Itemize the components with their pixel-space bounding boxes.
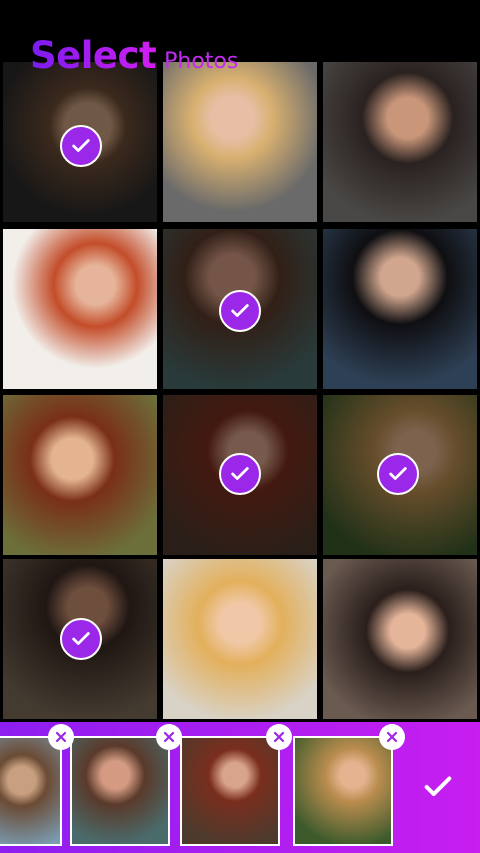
photo-grid bbox=[0, 62, 480, 722]
title-sub: Photos bbox=[164, 49, 239, 74]
page-title: Select Photos bbox=[30, 34, 239, 77]
photo-tile[interactable] bbox=[323, 62, 477, 222]
confirm-button[interactable] bbox=[408, 752, 468, 822]
selected-thumbnail[interactable] bbox=[293, 724, 405, 846]
check-icon[interactable] bbox=[219, 453, 261, 495]
photo-tile[interactable] bbox=[323, 229, 477, 389]
checkmark-icon bbox=[424, 776, 452, 797]
photo-tile[interactable] bbox=[163, 62, 317, 222]
close-icon[interactable] bbox=[48, 724, 74, 750]
title-main: Select bbox=[30, 34, 157, 77]
photo-tile[interactable] bbox=[323, 559, 477, 719]
selected-thumbnail[interactable] bbox=[180, 724, 292, 846]
close-icon[interactable] bbox=[266, 724, 292, 750]
check-icon[interactable] bbox=[219, 290, 261, 332]
selected-thumbnail[interactable] bbox=[0, 724, 74, 846]
close-icon[interactable] bbox=[156, 724, 182, 750]
check-icon[interactable] bbox=[60, 125, 102, 167]
selected-thumbnail[interactable] bbox=[70, 724, 182, 846]
header: Select Photos bbox=[0, 0, 480, 77]
photo-tile[interactable] bbox=[3, 395, 157, 555]
photo-tile[interactable] bbox=[3, 229, 157, 389]
check-icon[interactable] bbox=[60, 618, 102, 660]
close-icon[interactable] bbox=[379, 724, 405, 750]
photo-tile[interactable] bbox=[163, 559, 317, 719]
check-icon[interactable] bbox=[377, 453, 419, 495]
